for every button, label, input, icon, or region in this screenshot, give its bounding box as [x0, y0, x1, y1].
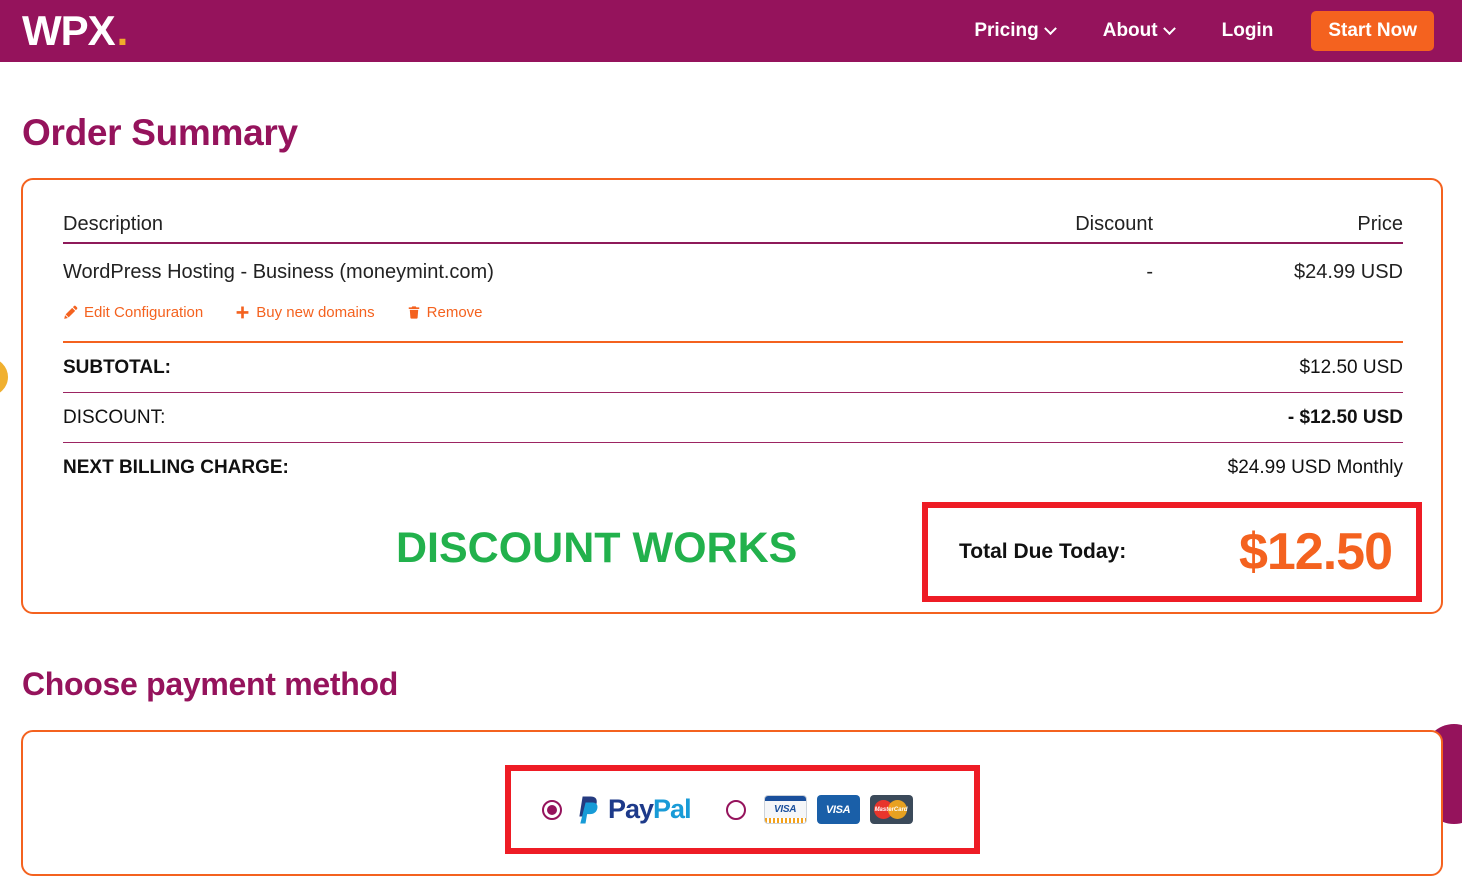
discount-row: DISCOUNT: - $12.50 USD	[63, 393, 1403, 442]
site-header: WPX. Pricing About Login Start Now	[0, 0, 1462, 62]
nav-item-pricing[interactable]: Pricing	[974, 20, 1057, 42]
pencil-icon	[63, 305, 78, 320]
wpx-logo[interactable]: WPX.	[22, 7, 129, 54]
payment-options: Pay Pal VISA VISA MasterCard	[542, 794, 913, 825]
radio-paypal-selected-dot	[547, 804, 557, 815]
chevron-down-icon	[1162, 21, 1176, 35]
total-due-today-highlight: Total Due Today: $12.50	[922, 502, 1422, 602]
discount-works-annotation: DISCOUNT WORKS	[396, 524, 798, 572]
visa-card-icon: VISA	[763, 795, 807, 824]
page-title-order-summary: Order Summary	[22, 112, 298, 153]
column-header-discount: Discount	[1075, 213, 1153, 235]
page-root: WPX. Pricing About Login Start Now Order…	[0, 0, 1462, 893]
total-due-today-label: Total Due Today:	[959, 540, 1127, 563]
subtotal-row: SUBTOTAL: $12.50 USD	[63, 343, 1403, 392]
column-header-description: Description	[63, 213, 164, 235]
paypal-logo[interactable]: Pay Pal	[574, 794, 692, 825]
decorative-circle-left	[0, 358, 8, 396]
column-header-price: Price	[1357, 213, 1403, 235]
item-price: $24.99 USD	[1294, 261, 1403, 283]
table-header-row: Description Discount Price	[63, 200, 1403, 236]
discount-value: - $12.50 USD	[1287, 406, 1403, 428]
radio-paypal[interactable]	[542, 799, 562, 820]
trash-icon	[407, 305, 421, 320]
main-navigation: Pricing About Login Start Now	[950, 0, 1462, 62]
logo-text: WPX	[22, 7, 116, 54]
start-now-button[interactable]: Start Now	[1311, 11, 1434, 51]
edit-configuration-label: Edit Configuration	[84, 304, 204, 321]
item-discount: -	[1146, 261, 1153, 283]
nav-item-about-label: About	[1102, 20, 1158, 41]
table-row: WordPress Hosting - Business (moneymint.…	[63, 244, 1403, 284]
edit-configuration-link[interactable]: Edit Configuration	[63, 304, 203, 321]
nav-item-login[interactable]: Login	[1222, 20, 1274, 42]
visa-solid-label: VISA	[825, 803, 851, 816]
visa-card-bottom-stripe	[764, 818, 806, 823]
page-title-choose-payment-method: Choose payment method	[22, 666, 398, 702]
paypal-wordmark: Pay Pal	[608, 794, 692, 825]
order-table: Description Discount Price WordPress Hos…	[63, 200, 1403, 492]
card-logos: VISA VISA MasterCard	[763, 795, 913, 824]
mastercard-label: MasterCard	[874, 806, 908, 813]
visa-card-label: VISA	[774, 804, 797, 815]
visa-electron-icon: VISA	[816, 795, 860, 824]
subtotal-label: SUBTOTAL:	[63, 356, 172, 378]
subtotal-value: $12.50 USD	[1299, 356, 1403, 378]
nav-item-pricing-label: Pricing	[974, 20, 1039, 41]
nav-item-about[interactable]: About	[1102, 20, 1176, 42]
paypal-wordmark-pal: Pal	[653, 794, 692, 824]
credit-card-option: VISA VISA MasterCard	[725, 795, 913, 824]
nav-item-login-label: Login	[1221, 20, 1274, 41]
radio-credit-card[interactable]	[725, 799, 746, 820]
mastercard-icon: MasterCard	[869, 795, 913, 824]
chevron-down-icon	[1043, 21, 1057, 35]
next-billing-row: NEXT BILLING CHARGE: $24.99 USD Monthly	[63, 443, 1403, 492]
visa-card-top-stripe	[764, 796, 806, 801]
payment-options-highlight: Pay Pal VISA VISA MasterCard	[505, 765, 980, 854]
next-billing-label: NEXT BILLING CHARGE:	[63, 456, 289, 478]
remove-label: Remove	[426, 304, 483, 321]
remove-link[interactable]: Remove	[407, 304, 483, 321]
logo-dot: .	[116, 7, 129, 54]
plus-icon	[235, 305, 250, 320]
buy-new-domains-link[interactable]: Buy new domains	[235, 304, 375, 321]
item-actions: Edit Configuration Buy new domains Remov…	[63, 304, 1403, 341]
paypal-mark-icon	[579, 796, 598, 823]
discount-label: DISCOUNT:	[63, 406, 166, 428]
buy-new-domains-label: Buy new domains	[256, 304, 375, 321]
next-billing-value: $24.99 USD Monthly	[1227, 456, 1403, 478]
item-description: WordPress Hosting - Business (moneymint.…	[63, 261, 494, 283]
paypal-wordmark-pay: Pay	[608, 794, 654, 824]
total-due-today-amount: $12.50	[1238, 523, 1393, 581]
